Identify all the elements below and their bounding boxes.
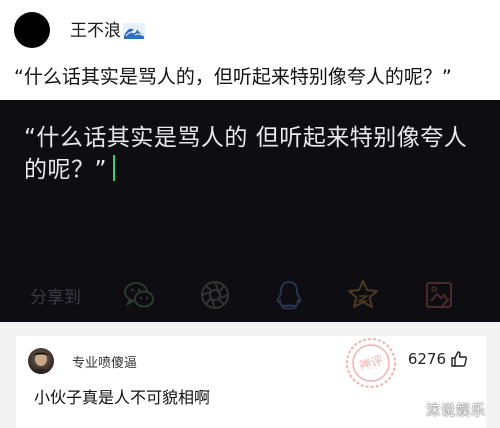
share-label: 分享到 [30,288,81,308]
watermark: 沫说娱乐 [426,403,486,419]
wave-icon [123,23,145,39]
post-header: 王不浪 [0,0,500,60]
share-bar: 分享到 [0,272,500,318]
quote-text: “什么话其实是骂人的 但听起来特别像夸人 的呢？” [24,122,484,186]
comment-area: 专业喷傻逼 6276 小伙子真是人不可貌相啊 [0,322,500,428]
favorite-star-icon[interactable] [346,278,380,312]
commenter-avatar[interactable] [28,348,54,374]
author-avatar[interactable] [14,12,50,48]
image-icon[interactable] [422,278,456,312]
thumb-up-icon [451,351,467,367]
moments-icon[interactable] [198,278,232,312]
text-cursor [112,155,115,181]
quote-line-2: 的呢？” [24,157,107,183]
like-count: 6276 [407,350,446,368]
comment-text: 小伙子真是人不可貌相啊 [34,388,211,407]
author-name[interactable]: 王不浪 [70,20,121,42]
like-button[interactable]: 6276 [408,350,468,368]
author-line: 王不浪 [70,20,145,42]
hot-comment-stamp: 神评 [344,336,398,390]
quote-line-1: “什么话其实是骂人的 但听起来特别像夸人 [24,125,468,151]
post-text: “什么话其实是骂人的，但听起来特别像夸人的呢？” [14,66,452,88]
share-panel: “什么话其实是骂人的 但听起来特别像夸人 的呢？” 分享到 [0,100,500,322]
wechat-icon[interactable] [122,278,156,312]
commenter-name[interactable]: 专业喷傻逼 [72,352,137,371]
stamp-text: 神评 [358,353,385,373]
comment-card: 专业喷傻逼 6276 小伙子真是人不可貌相啊 [16,336,486,428]
qq-icon[interactable] [272,278,306,312]
